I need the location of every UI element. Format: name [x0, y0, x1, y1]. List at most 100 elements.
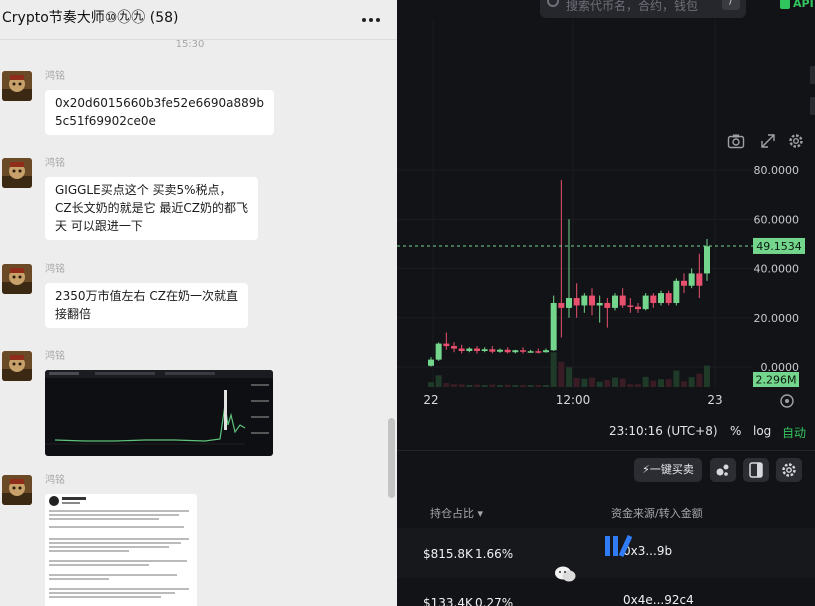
y-tick-label: 60.0000: [754, 213, 800, 226]
candle-body: [466, 348, 473, 351]
chat-header: Crypto节奏大师⑩㊈㊈ (58): [0, 0, 397, 40]
candle-body: [481, 349, 488, 351]
volume-bar: [696, 373, 703, 387]
column-fund-source[interactable]: 资金来源/转入金额: [611, 505, 703, 521]
message-bubble[interactable]: GIGGLE买点这个 买卖5%税点， CZ长文奶的就是它 最近CZ奶的都飞 天 …: [45, 177, 259, 240]
chat-scrollbar[interactable]: [388, 418, 395, 498]
price-chart[interactable]: 0.000020.000040.000060.000080.0000 22 12:…: [397, 0, 815, 420]
panel-toggle-button[interactable]: [743, 458, 769, 482]
percent-scale-toggle[interactable]: %: [730, 424, 741, 438]
holders-table-header: 持仓占比 ▾ 资金来源/转入金额: [397, 505, 815, 523]
volume-bars: [428, 352, 710, 387]
volume-bar: [428, 382, 434, 387]
candle-body: [596, 302, 603, 306]
candle-body: [504, 349, 511, 353]
avatar[interactable]: [2, 71, 32, 101]
volume-bar: [489, 384, 496, 387]
avatar[interactable]: [2, 351, 32, 381]
volume-bar: [596, 381, 603, 387]
sender-name: 鸿铭: [45, 475, 65, 486]
message-line: 0x20d6015660b3fe52e6690a889b: [55, 96, 264, 110]
volume-bar: [474, 384, 480, 387]
volume-bar: [612, 377, 618, 387]
candle-body: [696, 273, 703, 286]
candle-body: [451, 346, 457, 349]
holding-percent: 1.66%: [475, 547, 514, 561]
candlesticks: [428, 179, 710, 367]
candle-body: [566, 298, 572, 308]
candle-body: [604, 302, 611, 308]
y-axis: 0.000020.000040.000060.000080.0000: [754, 164, 800, 374]
chart-footer: 23:10:16 (UTC+8) % log 自动: [397, 422, 815, 444]
sender-name: 鸿铭: [45, 71, 65, 82]
x-axis: 22 12:00 23: [423, 393, 722, 407]
candle-body: [673, 280, 680, 303]
candle-body: [573, 298, 580, 306]
y-tick-label: 40.0000: [754, 263, 800, 276]
tweet-screenshot-image[interactable]: [45, 494, 197, 606]
volume-bar: [481, 385, 488, 387]
holding-percent: 0.27%: [475, 596, 514, 606]
holding-value: $133.4K: [423, 596, 473, 606]
candle-body: [589, 295, 595, 306]
candle-body: [458, 348, 465, 351]
message-line: CZ长文奶的就是它 最近CZ奶的都飞: [55, 201, 249, 215]
candle-body: [688, 273, 695, 286]
chat-timestamp: 15:30: [175, 39, 205, 50]
volume-bar: [573, 377, 580, 387]
x-tick-label: 12:00: [556, 393, 591, 407]
watermark-logo-icon: [605, 534, 633, 558]
volume-bar: [635, 384, 641, 387]
more-options-icon[interactable]: [362, 12, 382, 28]
table-row[interactable]: $133.4K 0.27% 0x4e...92c4: [397, 588, 815, 606]
wechat-icon: [555, 566, 576, 582]
chart-screenshot-image[interactable]: [45, 370, 273, 456]
message-bubble[interactable]: 2350万市值左右 CZ在奶一次就直 接翻倍: [45, 283, 248, 328]
volume-bar: [520, 385, 526, 387]
candle-body: [635, 306, 641, 310]
log-scale-toggle[interactable]: log: [753, 424, 771, 438]
x-tick-label: 23: [707, 393, 722, 407]
volume-bar: [458, 384, 465, 387]
chat-title: Crypto节奏大师⑩㊈㊈ (58): [2, 10, 179, 26]
volume-bar: [604, 380, 611, 387]
candle-body: [619, 295, 626, 306]
volume-bar: [535, 385, 542, 387]
candle-body: [435, 343, 442, 360]
timezone-time[interactable]: 23:10:16 (UTC+8): [609, 424, 718, 438]
candle-body: [558, 302, 565, 308]
divider: [397, 450, 815, 451]
candle-body: [642, 295, 649, 310]
wallet-address[interactable]: 0x4e...92c4: [623, 593, 694, 606]
column-holding-share[interactable]: 持仓占比 ▾: [430, 505, 483, 521]
candle-body: [535, 351, 542, 353]
quick-buy-sell-button[interactable]: ⚡一键买卖: [634, 458, 702, 482]
x-tick-label: 22: [423, 393, 438, 407]
volume-bar: [504, 384, 511, 387]
candle-body: [650, 295, 657, 303]
trading-panel: 搜索代币名，合约，钱包 / API 0.0000 20.0000 40.0000 60…: [397, 0, 815, 606]
chart-settings-icon[interactable]: [780, 394, 794, 408]
avatar[interactable]: [2, 264, 32, 294]
avatar[interactable]: [2, 158, 32, 188]
holding-value: $815.8K: [423, 547, 473, 561]
settings-gear-icon[interactable]: [776, 458, 802, 482]
volume-bar: [497, 385, 503, 387]
volume-bar: [566, 367, 572, 387]
volume-bar: [650, 380, 657, 387]
message-bubble[interactable]: 0x20d6015660b3fe52e6690a889b 5c51f69902c…: [45, 90, 274, 135]
volume-bar: [451, 384, 457, 387]
candle-body: [520, 350, 526, 352]
message-line: GIGGLE买点这个 买卖5%税点，: [55, 183, 232, 197]
avatar[interactable]: [2, 475, 32, 505]
volume-bar: [673, 370, 680, 387]
sender-name: 鸿铭: [45, 351, 65, 362]
volume-bar: [581, 378, 588, 387]
volume-bar: [550, 352, 557, 387]
bubble-map-button[interactable]: [710, 458, 736, 482]
auto-scale-toggle[interactable]: 自动: [782, 424, 806, 441]
last-price-tag: 49.1534: [753, 237, 805, 254]
sender-name: 鸿铭: [45, 158, 65, 169]
volume-bar: [688, 377, 695, 387]
candle-body: [550, 302, 557, 351]
